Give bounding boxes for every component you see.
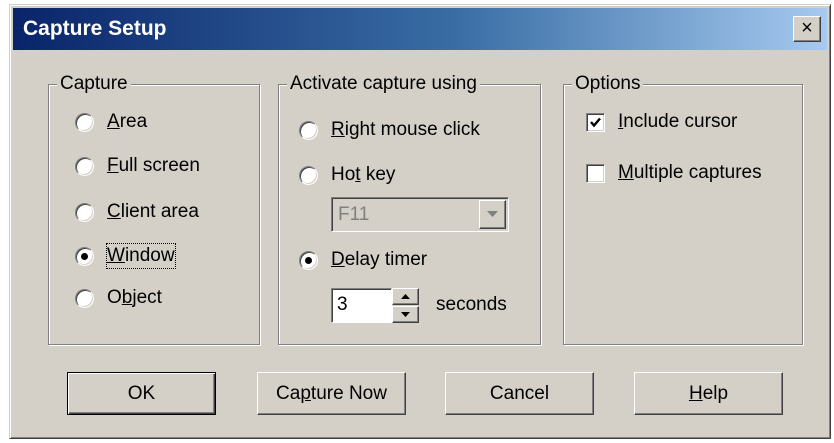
capture-group-legend: Capture <box>57 72 131 96</box>
options-group-legend: Options <box>572 72 644 96</box>
capture-area-radio[interactable]: Area <box>75 109 147 135</box>
delay-timer-radio[interactable]: Delay timer <box>299 247 427 273</box>
chevron-down-icon <box>487 211 498 217</box>
capture-area-label: Area <box>107 111 148 132</box>
capture-full-screen-radio[interactable]: Full screen <box>75 153 200 179</box>
delay-unit-label: seconds <box>436 294 507 315</box>
include-cursor-label: Include cursor <box>618 111 738 132</box>
hot-key-radio[interactable]: Hot key <box>299 162 395 188</box>
hot-key-label: Hot key <box>331 164 396 185</box>
radio-selected-icon <box>75 246 94 266</box>
delay-seconds-spinner <box>392 288 419 323</box>
spin-up-button[interactable] <box>392 288 419 305</box>
help-button[interactable]: Help <box>634 372 783 415</box>
radio-icon <box>75 288 94 308</box>
right-mouse-click-label: Right mouse click <box>331 119 480 140</box>
capture-client-area-radio[interactable]: Client area <box>75 199 199 225</box>
right-mouse-click-radio[interactable]: Right mouse click <box>299 117 480 143</box>
arrow-down-icon <box>401 312 410 317</box>
spin-down-button[interactable] <box>392 306 419 323</box>
help-button-label: Help <box>688 382 729 404</box>
capture-now-button[interactable]: Capture Now <box>257 372 406 415</box>
title-bar: Capture Setup × <box>13 8 827 50</box>
multiple-captures-label: Multiple captures <box>618 162 762 183</box>
include-cursor-checkbox[interactable]: Include cursor <box>586 109 737 135</box>
radio-icon <box>75 112 94 132</box>
hot-key-value: F11 <box>338 204 370 225</box>
checkbox-checked-icon <box>586 112 605 132</box>
capture-object-label: Object <box>107 287 162 308</box>
radio-icon <box>75 202 94 222</box>
checkbox-icon <box>586 163 605 183</box>
options-group: Options Include cursor Multiple captures <box>563 72 803 345</box>
ok-button[interactable]: OK <box>67 372 216 415</box>
capture-setup-dialog: Capture Setup × Capture Area Full screen… <box>9 4 831 439</box>
capture-window-label: Window <box>106 243 176 269</box>
ok-button-label: OK <box>127 382 156 404</box>
arrow-up-icon <box>401 294 410 299</box>
cancel-button-label: Cancel <box>489 382 550 404</box>
delay-timer-label: Delay timer <box>331 249 428 270</box>
capture-client-area-label: Client area <box>107 201 199 222</box>
capture-full-screen-label: Full screen <box>107 155 200 176</box>
radio-selected-icon <box>299 250 318 270</box>
capture-now-button-label: Capture Now <box>276 382 387 404</box>
capture-object-radio[interactable]: Object <box>75 285 162 311</box>
multiple-captures-checkbox[interactable]: Multiple captures <box>586 160 762 186</box>
radio-icon <box>75 156 94 176</box>
radio-icon <box>299 120 318 140</box>
close-icon: × <box>801 17 813 39</box>
close-button[interactable]: × <box>793 16 821 42</box>
radio-icon <box>299 165 318 185</box>
delay-seconds-input[interactable]: 3 <box>331 288 392 323</box>
activate-group: Activate capture using Right mouse click… <box>278 72 541 345</box>
dialog-title: Capture Setup <box>23 17 167 40</box>
hot-key-select[interactable]: F11 <box>331 197 509 232</box>
cancel-button[interactable]: Cancel <box>445 372 594 415</box>
capture-window-radio[interactable]: Window <box>75 243 176 269</box>
activate-group-legend: Activate capture using <box>287 72 480 96</box>
capture-group: Capture Area Full screen Client area Win… <box>48 72 260 345</box>
checkmark-icon <box>590 117 601 127</box>
dropdown-button[interactable] <box>479 200 506 229</box>
